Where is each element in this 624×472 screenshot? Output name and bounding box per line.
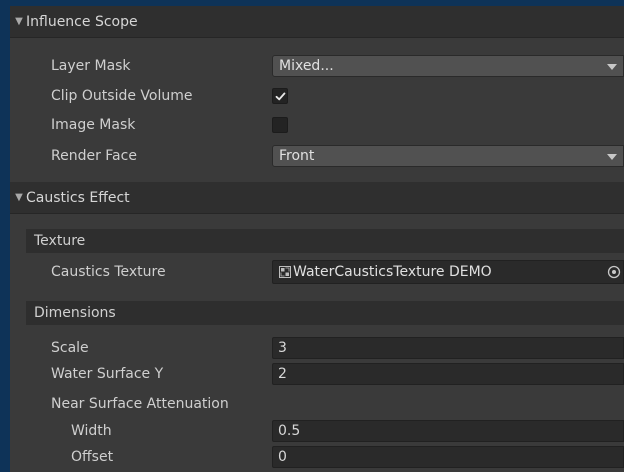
near-surface-attenuation-label: Near Surface Attenuation xyxy=(51,396,229,412)
layer-mask-row: Layer Mask Mixed... xyxy=(10,52,624,80)
checkmark-icon xyxy=(275,92,286,101)
offset-field[interactable]: 0 xyxy=(272,446,624,468)
texture-icon xyxy=(279,266,291,278)
image-mask-checkbox[interactable] xyxy=(272,117,288,133)
influence-scope-title: Influence Scope xyxy=(26,13,138,30)
render-face-row: Render Face Front xyxy=(10,142,624,170)
influence-scope-foldout[interactable]: ▼ Influence Scope xyxy=(10,6,624,38)
inspector-panel: ▼ Influence Scope Layer Mask Mixed... Cl… xyxy=(10,6,624,472)
render-face-label: Render Face xyxy=(51,148,137,164)
scale-field[interactable]: 3 xyxy=(272,337,624,359)
offset-row: Offset 0 xyxy=(10,443,624,471)
texture-section-header: Texture xyxy=(26,229,624,253)
caustics-effect-foldout[interactable]: ▼ Caustics Effect xyxy=(10,182,624,214)
scale-label: Scale xyxy=(51,340,89,356)
layer-mask-value: Mixed... xyxy=(279,58,334,74)
render-face-dropdown[interactable]: Front xyxy=(272,145,624,167)
caustics-texture-row: Caustics Texture WaterCausticsTexture DE… xyxy=(10,258,624,286)
image-mask-label: Image Mask xyxy=(51,117,136,133)
scale-row: Scale 3 xyxy=(10,334,624,362)
width-row: Width 0.5 xyxy=(10,417,624,445)
layer-mask-dropdown[interactable]: Mixed... xyxy=(272,55,624,77)
render-face-value: Front xyxy=(279,148,315,164)
near-surface-attenuation-row: Near Surface Attenuation xyxy=(10,390,624,418)
water-surface-y-label: Water Surface Y xyxy=(51,366,164,382)
dimensions-section-header: Dimensions xyxy=(26,301,624,325)
layer-mask-label: Layer Mask xyxy=(51,58,131,74)
object-picker-icon[interactable] xyxy=(607,265,621,279)
caustics-texture-field[interactable]: WaterCausticsTexture DEMO xyxy=(272,260,624,284)
caustics-effect-title: Caustics Effect xyxy=(26,189,130,206)
water-surface-y-row: Water Surface Y 2 xyxy=(10,360,624,388)
dropdown-caret-icon xyxy=(607,64,617,70)
foldout-arrow-icon: ▼ xyxy=(15,192,23,203)
image-mask-row: Image Mask xyxy=(10,111,624,139)
clip-outside-volume-row: Clip Outside Volume xyxy=(10,82,624,110)
offset-label: Offset xyxy=(71,449,114,465)
width-label: Width xyxy=(71,423,112,439)
water-surface-y-field[interactable]: 2 xyxy=(272,363,624,385)
caustics-texture-label: Caustics Texture xyxy=(51,264,166,280)
caustics-texture-value: WaterCausticsTexture DEMO xyxy=(293,264,492,280)
width-field[interactable]: 0.5 xyxy=(272,420,624,442)
foldout-arrow-icon: ▼ xyxy=(15,16,23,27)
clip-outside-volume-label: Clip Outside Volume xyxy=(51,88,193,104)
clip-outside-volume-checkbox[interactable] xyxy=(272,88,288,104)
dropdown-caret-icon xyxy=(607,154,617,160)
